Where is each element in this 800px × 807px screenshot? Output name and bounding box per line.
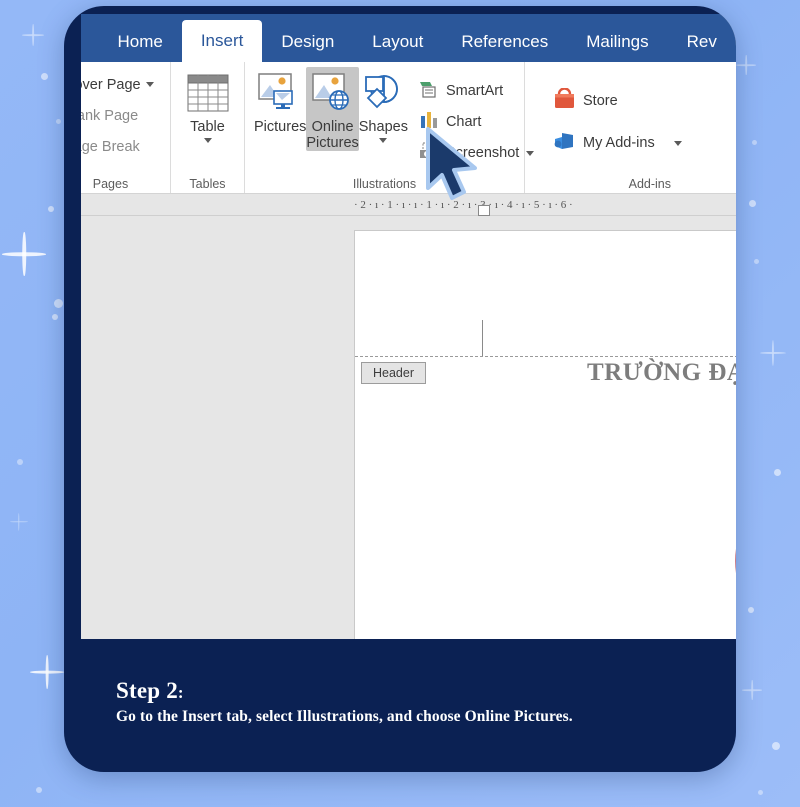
decor-dot <box>17 459 23 465</box>
store-label: Store <box>583 93 618 109</box>
pictures-button[interactable]: Pictures <box>254 67 306 135</box>
group-label-tables: Tables <box>189 177 226 191</box>
header-boundary-line <box>355 356 736 357</box>
smartart-button[interactable]: SmartArt <box>414 76 539 107</box>
decor-dot <box>52 314 58 320</box>
decor-dot <box>772 742 780 750</box>
tab-layout[interactable]: Layout <box>353 22 442 62</box>
screenshot-icon <box>419 142 439 164</box>
tab-home[interactable]: Home <box>98 22 181 62</box>
caption-step-title: Step 2: <box>116 678 706 704</box>
screenshot-button[interactable]: Screenshot <box>414 138 539 169</box>
shapes-button[interactable]: Shapes <box>359 67 408 143</box>
my-addins-icon <box>553 130 576 156</box>
horizontal-ruler[interactable]: · 2 · ı · 1 · ı · ı · 1 · ı · 2 · ı · 3 … <box>81 194 736 216</box>
store-button[interactable]: Store <box>548 80 687 122</box>
tab-design[interactable]: Design <box>262 22 353 62</box>
smartart-label: SmartArt <box>445 83 504 99</box>
decor-dot <box>774 469 781 476</box>
chart-label: Chart <box>445 114 482 130</box>
smartart-icon <box>419 80 439 102</box>
tab-mailings[interactable]: Mailings <box>567 22 667 62</box>
table-icon <box>187 71 229 115</box>
cover-page-label: Cover Page <box>81 76 141 93</box>
decor-dot <box>48 206 54 212</box>
text-cursor <box>482 320 483 357</box>
decor-sparkle <box>10 513 28 531</box>
addins-buttons: Store My Add-ins <box>548 67 687 175</box>
tab-review[interactable]: Rev <box>668 22 736 62</box>
pictures-label: Pictures <box>254 119 307 135</box>
document-title-text: TRƯỜNG ĐẠ <box>587 359 736 386</box>
decor-sparkle <box>742 680 762 700</box>
decor-dot <box>752 140 757 145</box>
chevron-down-icon <box>145 82 154 87</box>
cover-page-button[interactable]: Cover Page <box>81 69 158 100</box>
group-label-pages: Pages <box>92 177 129 191</box>
my-addins-label: My Add-ins <box>583 135 655 151</box>
tutorial-card: e Home Insert Design Layout References M… <box>64 6 736 772</box>
shapes-icon <box>361 71 405 115</box>
ruler-marks: · 2 · ı · 1 · ı · ı · 1 · ı · 2 · ı · 3 … <box>354 199 573 211</box>
document-page[interactable]: Header TRƯỜNG ĐẠ V TRƯỜN <box>354 230 736 639</box>
decor-sparkle <box>736 55 756 75</box>
decor-dot <box>54 299 63 308</box>
ribbon-tab-strip: e Home Insert Design Layout References M… <box>81 14 736 62</box>
table-button[interactable]: Table <box>180 67 235 143</box>
chevron-down-icon <box>673 140 682 146</box>
decor-dot <box>748 607 754 613</box>
decor-dot <box>56 119 61 124</box>
header-chip: Header <box>361 362 426 384</box>
caption-description: Go to the Insert tab, select Illustratio… <box>116 708 573 725</box>
blank-page-button[interactable]: Blank Page <box>81 100 142 131</box>
illustrations-secondary-buttons: SmartArt Chart Screenshot <box>414 67 539 175</box>
ribbon-group-pages: Cover Page Blank Page Page Break Pages <box>81 62 171 193</box>
online-pictures-label: Online Pictures <box>306 119 359 151</box>
my-addins-button[interactable]: My Add-ins <box>548 122 687 164</box>
decor-sparkle <box>2 232 46 276</box>
tab-insert[interactable]: Insert <box>181 20 263 62</box>
page-break-label: Page Break <box>81 138 140 155</box>
page-break-button[interactable]: Page Break <box>81 131 144 162</box>
decor-dot <box>36 787 42 793</box>
word-window-screenshot: e Home Insert Design Layout References M… <box>81 14 736 639</box>
ribbon-group-addins: Store My Add-ins Add-ins <box>525 62 690 193</box>
caption-step-label: Step 2 <box>116 678 178 703</box>
table-label: Table <box>190 119 225 135</box>
indent-marker[interactable] <box>478 205 490 216</box>
tab-file[interactable]: e <box>81 22 98 62</box>
decor-dot <box>749 200 756 207</box>
decor-dot <box>41 73 48 80</box>
store-icon <box>553 87 576 114</box>
chart-icon <box>419 111 439 133</box>
shapes-label: Shapes <box>358 119 408 135</box>
decor-dot <box>754 259 759 264</box>
blank-page-label: Blank Page <box>81 107 139 124</box>
caption-step-colon: : <box>177 683 184 702</box>
online-pictures-button[interactable]: Online Pictures <box>306 67 359 151</box>
decor-sparkle <box>22 24 44 46</box>
online-pictures-icon <box>311 71 355 115</box>
screenshot-label: Screenshot <box>445 145 520 161</box>
ribbon-group-tables: Table Tables <box>171 62 245 193</box>
document-seal: TRƯỜN <box>735 486 736 636</box>
tab-references[interactable]: References <box>442 22 567 62</box>
ribbon: Cover Page Blank Page Page Break Pages <box>81 62 736 194</box>
decor-dot <box>758 790 763 795</box>
chevron-down-icon <box>203 138 212 143</box>
document-canvas[interactable]: Header TRƯỜNG ĐẠ V TRƯỜN <box>81 216 736 639</box>
group-label-addins: Add-ins <box>628 177 671 191</box>
decor-sparkle <box>760 340 786 366</box>
chart-button[interactable]: Chart <box>414 107 539 138</box>
group-label-illustrations: Illustrations <box>352 177 417 191</box>
pictures-icon <box>258 71 302 115</box>
ribbon-group-illustrations: Pictures Online Pictures Shapes SmartArt… <box>245 62 535 193</box>
decor-sparkle <box>30 655 64 689</box>
caption-block: Step 2: Go to the Insert tab, select Ill… <box>116 678 706 726</box>
chevron-down-icon <box>379 138 388 143</box>
